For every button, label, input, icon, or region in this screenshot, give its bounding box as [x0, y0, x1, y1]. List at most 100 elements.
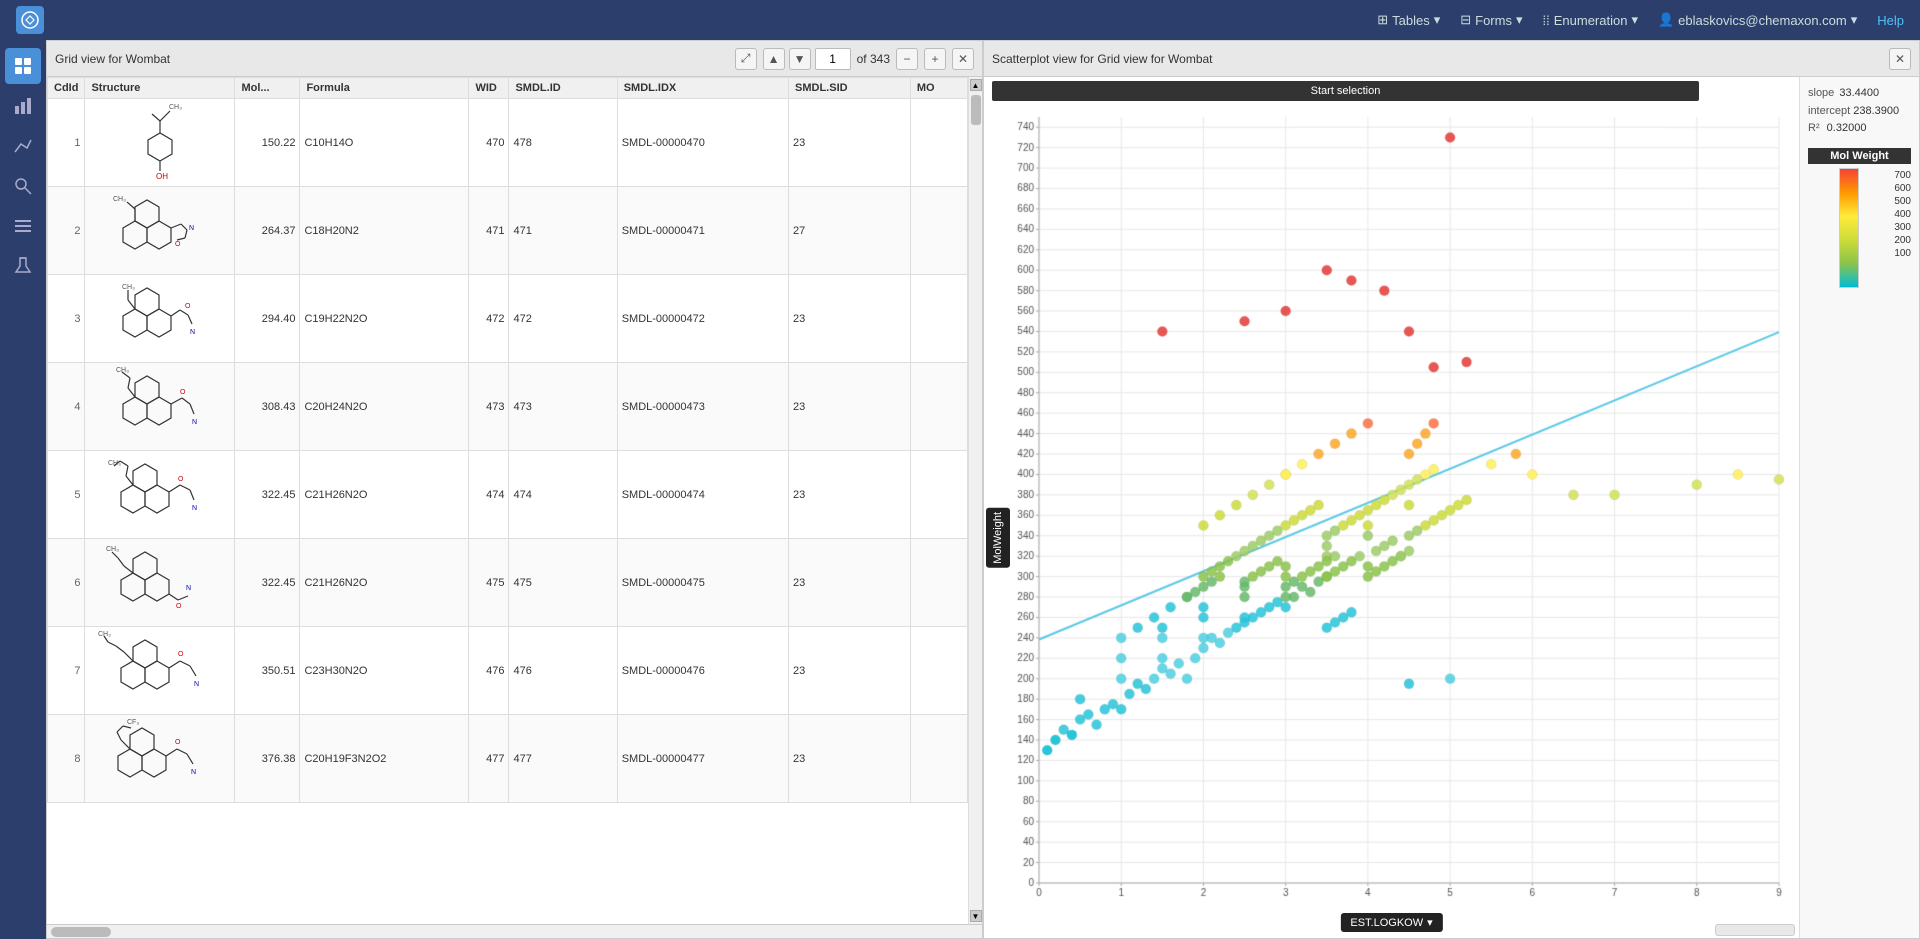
stat-r2-row: R² 0.32000 — [1808, 120, 1911, 138]
prev-page-button[interactable]: ▲ — [763, 48, 785, 70]
col-smdlsid: SMDL.SID — [789, 78, 911, 99]
scatter-panel: Scatterplot view for Grid view for Womba… — [983, 40, 1920, 939]
svg-text:CH₃: CH₃ — [106, 546, 119, 553]
y-axis-wrapper: MolWeight — [986, 508, 1010, 568]
x-axis-label-btn[interactable]: EST.LOGKOW ▾ — [1340, 913, 1442, 932]
svg-text:O: O — [175, 241, 181, 248]
table-row[interactable]: 1 OH CH₃ 150.22 C10H14O 470 478 SMDL-000… — [48, 99, 968, 187]
scatter-horiz-scroll[interactable] — [1715, 924, 1795, 936]
help-link[interactable]: Help — [1877, 13, 1904, 28]
cell-formula: C21H26N2O — [300, 451, 469, 539]
nav-right: ⊞ Tables ▾ ⊟ Forms ▾ ⁞⁞ Enumeration ▾ 👤 … — [1377, 12, 1904, 28]
horizontal-scrollbar[interactable] — [47, 924, 982, 938]
stat-slope-row: slope 33.4400 — [1808, 85, 1911, 103]
svg-text:O: O — [185, 303, 191, 310]
cell-smdlid: 472 — [509, 275, 617, 363]
enumeration-menu[interactable]: ⁞⁞ Enumeration ▾ — [1543, 12, 1638, 28]
svg-text:N: N — [192, 505, 197, 512]
x-axis-label-text: EST.LOGKOW — [1350, 917, 1423, 929]
user-label: eblaskovics@chemaxon.com — [1678, 13, 1847, 28]
cell-wid: 471 — [469, 187, 509, 275]
table-row[interactable]: 6 CH₃ O N 322.45 C21H26N2O 475 475 SMDL-… — [48, 539, 968, 627]
scatter-panel-header: Scatterplot view for Grid view for Womba… — [984, 41, 1919, 77]
cell-num: 3 — [48, 275, 85, 363]
cell-smdlsid: 23 — [789, 627, 911, 715]
table-row[interactable]: 2 CH₃ N O 264.37 C18H20N2 471 471 SMDL- — [48, 187, 968, 275]
sidebar-item-scatter[interactable] — [5, 128, 41, 164]
cell-smdlidx: SMDL-00000477 — [617, 715, 788, 803]
svg-text:CF₃: CF₃ — [127, 719, 139, 726]
sidebar-item-home[interactable] — [5, 48, 41, 84]
cell-num: 6 — [48, 539, 85, 627]
cell-num: 5 — [48, 451, 85, 539]
cell-smdlidx: SMDL-00000472 — [617, 275, 788, 363]
cell-formula: C10H14O — [300, 99, 469, 187]
grid-panel-title: Grid view for Wombat — [55, 52, 729, 66]
grid-table-container: CdId Structure Mol... Formula WID SMDL.I… — [47, 77, 968, 924]
scroll-thumb-area — [971, 91, 981, 910]
tables-menu[interactable]: ⊞ Tables ▾ — [1377, 12, 1440, 28]
scatter-right-panel: slope 33.4400 intercept 238.3900 R² 0.32… — [1799, 77, 1919, 938]
svg-text:CH₃: CH₃ — [98, 631, 111, 638]
next-page-button[interactable]: ▼ — [789, 48, 811, 70]
col-smdlid: SMDL.ID — [509, 78, 617, 99]
forms-label: Forms — [1475, 13, 1512, 28]
cell-smdlid: 475 — [509, 539, 617, 627]
sidebar — [0, 40, 46, 939]
y-axis-label-btn[interactable]: MolWeight — [986, 508, 1010, 568]
cell-mo — [910, 715, 967, 803]
cell-wid: 472 — [469, 275, 509, 363]
close-scatter-button[interactable]: ✕ — [1889, 48, 1911, 70]
sidebar-item-list[interactable] — [5, 208, 41, 244]
stat-intercept-row: intercept 238.3900 — [1808, 103, 1911, 121]
forms-menu[interactable]: ⊟ Forms ▾ — [1460, 12, 1522, 28]
user-menu[interactable]: 👤 eblaskovics@chemaxon.com ▾ — [1658, 12, 1857, 28]
legend-600: 600 — [1894, 183, 1911, 194]
page-input[interactable] — [815, 48, 851, 70]
close-grid-button[interactable]: ✕ — [952, 48, 974, 70]
table-row[interactable]: 8 CF₃ O N 376.38 C20H19F3N2O2 477 47 — [48, 715, 968, 803]
table-row[interactable]: 3 CH₃ O N 294.40 C19H22N2O 472 472 SMDL-… — [48, 275, 968, 363]
cell-wid: 475 — [469, 539, 509, 627]
app-logo — [16, 6, 44, 34]
scroll-down-btn[interactable]: ▼ — [970, 910, 982, 922]
plus-button[interactable]: + — [924, 48, 946, 70]
svg-text:OH: OH — [156, 172, 168, 181]
cell-molweight: 322.45 — [235, 451, 300, 539]
sidebar-item-search[interactable] — [5, 168, 41, 204]
legend-labels: 700 600 500 400 300 200 100 — [1894, 170, 1911, 288]
page-navigation: ▲ ▼ of 343 — [763, 48, 890, 70]
legend-title: Mol Weight — [1808, 148, 1911, 164]
start-selection-button[interactable]: Start selection — [992, 81, 1699, 101]
cell-formula: C20H19F3N2O2 — [300, 715, 469, 803]
table-row[interactable]: 5 CH₃ O N 322.45 C21H26N2O 474 474 — [48, 451, 968, 539]
legend-gradient — [1839, 168, 1859, 288]
sidebar-item-chart[interactable] — [5, 88, 41, 124]
enumeration-chevron-icon: ▾ — [1631, 12, 1638, 28]
legend-400: 400 — [1894, 209, 1911, 220]
table-row[interactable]: 7 CH₃ O N 350.51 C23H30N2O 476 476 — [48, 627, 968, 715]
cell-structure: CH₃ N O — [85, 187, 235, 275]
minus-button[interactable]: − — [896, 48, 918, 70]
cell-molweight: 376.38 — [235, 715, 300, 803]
legend-content: 700 600 500 400 300 200 100 — [1808, 168, 1911, 288]
svg-text:N: N — [191, 769, 196, 776]
cell-molweight: 322.45 — [235, 539, 300, 627]
sidebar-item-flask[interactable] — [5, 248, 41, 284]
cell-smdlsid: 23 — [789, 539, 911, 627]
cell-mo — [910, 275, 967, 363]
page-total: of 343 — [857, 52, 890, 66]
x-axis-wrapper: EST.LOGKOW ▾ — [1340, 913, 1442, 932]
cell-smdlidx: SMDL-00000473 — [617, 363, 788, 451]
table-row[interactable]: 4 CH₃ O N 308.43 C20H24N2O 473 473 SMDL — [48, 363, 968, 451]
cell-smdlidx: SMDL-00000474 — [617, 451, 788, 539]
scroll-up-btn[interactable]: ▲ — [970, 79, 982, 91]
cell-mo — [910, 627, 967, 715]
col-mol: Mol... — [235, 78, 300, 99]
cell-formula: C19H22N2O — [300, 275, 469, 363]
share-button[interactable]: ⤢ — [735, 48, 757, 70]
cell-smdlsid: 23 — [789, 715, 911, 803]
col-structure: Structure — [85, 78, 235, 99]
cell-num: 7 — [48, 627, 85, 715]
vertical-scrollbar[interactable]: ▲ ▼ — [968, 77, 982, 924]
